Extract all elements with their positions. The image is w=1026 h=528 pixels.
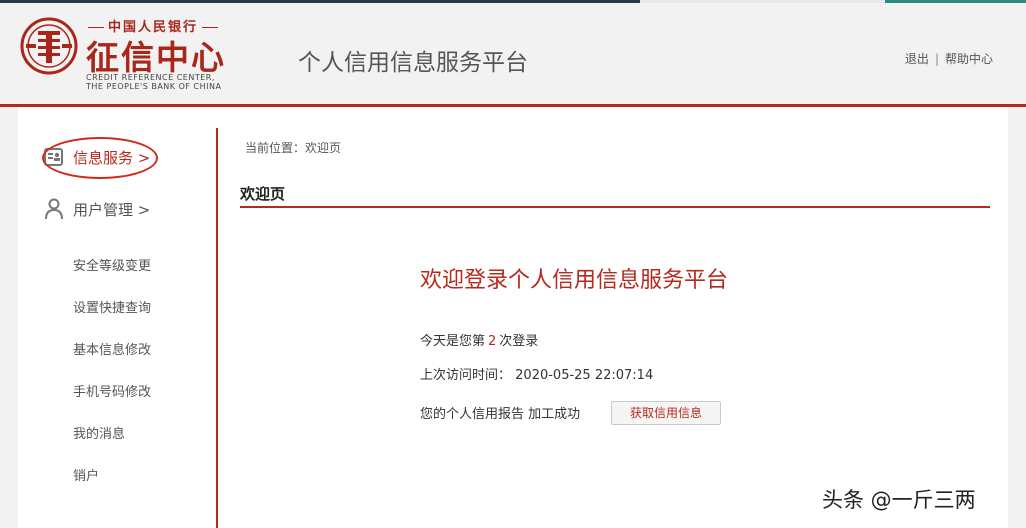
- left-margin: [0, 107, 18, 528]
- annotation-circle: [42, 137, 158, 179]
- logout-link[interactable]: 退出: [905, 52, 929, 66]
- header-links: 退出 | 帮助中心: [905, 50, 993, 67]
- sidebar-divider: [216, 128, 218, 528]
- subnav-security-level[interactable]: 安全等级变更: [73, 255, 151, 274]
- right-margin: [1008, 107, 1026, 528]
- watermark-text: 头条 @一斤三两: [822, 488, 976, 512]
- page-title: 欢迎页: [240, 185, 286, 203]
- report-status-text: 您的个人信用报告 加工成功: [420, 407, 581, 422]
- heading-divider: [240, 206, 990, 208]
- help-center-link[interactable]: 帮助中心: [945, 52, 993, 66]
- login-count-value: 2: [488, 334, 497, 349]
- subnav-basic-info[interactable]: 基本信息修改: [73, 339, 151, 358]
- subnav-quick-query[interactable]: 设置快捷查询: [73, 297, 151, 316]
- subnav-phone-number[interactable]: 手机号码修改: [73, 381, 151, 400]
- login-count-suffix: 次登录: [499, 334, 539, 349]
- login-count-prefix: 今天是您第: [420, 334, 486, 349]
- last-visit-text: 上次访问时间： 2020-05-25 22:07:14: [420, 364, 653, 383]
- logo-english-line1: CREDIT REFERENCE CENTER,: [86, 73, 215, 82]
- breadcrumb: 当前位置：欢迎页: [245, 141, 342, 155]
- header-divider: [0, 104, 1026, 107]
- last-visit-time: 2020-05-25 22:07:14: [515, 368, 654, 383]
- welcome-title: 欢迎登录个人信用信息服务平台: [420, 268, 729, 293]
- login-count-text: 今天是您第 2 次登录: [420, 330, 538, 349]
- sidebar-item-label: 用户管理 >: [73, 200, 151, 219]
- subnav-my-messages[interactable]: 我的消息: [73, 423, 125, 442]
- logo-english-line2: THE PEOPLE'S BANK OF CHINA: [86, 82, 222, 91]
- link-separator: |: [934, 52, 939, 66]
- credit-center-logo-icon: [20, 17, 78, 75]
- user-icon: [45, 198, 63, 220]
- platform-title: 个人信用信息服务平台: [298, 50, 528, 76]
- fetch-credit-info-button[interactable]: 获取信用信息: [611, 401, 721, 425]
- subnav-close-account[interactable]: 销户: [73, 465, 99, 484]
- sidebar-item-user-management[interactable]: 用户管理 >: [44, 198, 150, 220]
- last-visit-label: 上次访问时间：: [420, 368, 512, 383]
- page-header: 中国人民银行 征信中心 CREDIT REFERENCE CENTER, THE…: [0, 3, 1026, 104]
- logo-main-text: 征信中心: [86, 38, 226, 77]
